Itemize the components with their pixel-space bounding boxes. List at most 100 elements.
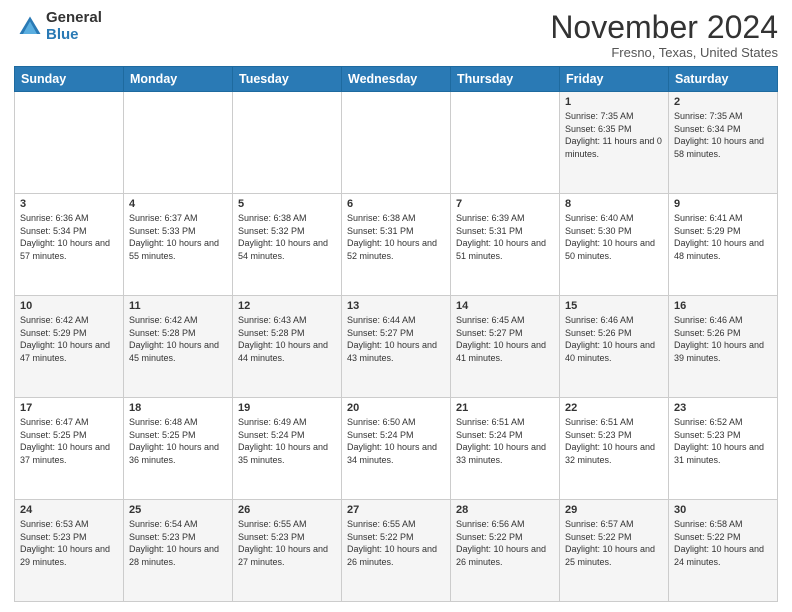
- day-cell: 7Sunrise: 6:39 AM Sunset: 5:31 PM Daylig…: [451, 194, 560, 296]
- day-number: 14: [456, 300, 554, 312]
- day-cell: 29Sunrise: 6:57 AM Sunset: 5:22 PM Dayli…: [560, 500, 669, 602]
- day-info: Sunrise: 6:36 AM Sunset: 5:34 PM Dayligh…: [20, 212, 118, 262]
- calendar-container: General Blue November 2024 Fresno, Texas…: [0, 0, 792, 612]
- day-number: 11: [129, 300, 227, 312]
- day-info: Sunrise: 6:51 AM Sunset: 5:23 PM Dayligh…: [565, 416, 663, 466]
- day-number: 3: [20, 198, 118, 210]
- day-cell: 24 Sunrise: 6:53 AM Sunset: 5:23 PM Dayli…: [15, 500, 124, 602]
- col-sunday: Sunday: [15, 67, 124, 92]
- col-wednesday: Wednesday: [342, 67, 451, 92]
- day-cell: 26 Sunrise: 6:55 AM Sunset: 5:23 PM Dayli…: [233, 500, 342, 602]
- day-info: Sunrise: 6:56 AM Sunset: 5:22 PM Dayligh…: [456, 518, 554, 568]
- day-number: 12: [238, 300, 336, 312]
- day-info: Sunrise: 6:51 AM Sunset: 5:24 PM Dayligh…: [456, 416, 554, 466]
- week-row-3: 17 Sunrise: 6:47 AM Sunset: 5:25 PM Dayli…: [15, 398, 778, 500]
- day-info: Sunrise: 6:40 AM Sunset: 5:30 PM Dayligh…: [565, 212, 663, 262]
- day-number: 9: [674, 198, 772, 210]
- day-info: Sunrise: 6:45 AM Sunset: 5:27 PM Dayligh…: [456, 314, 554, 364]
- day-info: Sunrise: 6:38 AM Sunset: 5:32 PM Dayligh…: [238, 212, 336, 262]
- day-info: Sunrise: 6:44 AM Sunset: 5:27 PM Dayligh…: [347, 314, 445, 364]
- day-info: Sunrise: 6:55 AM Sunset: 5:23 PM Dayligh…: [238, 518, 336, 568]
- day-cell: 8 Sunrise: 6:40 AM Sunset: 5:30 PM Daylig…: [560, 194, 669, 296]
- day-info: Sunrise: 6:43 AM Sunset: 5:28 PM Dayligh…: [238, 314, 336, 364]
- week-row-4: 24 Sunrise: 6:53 AM Sunset: 5:23 PM Dayli…: [15, 500, 778, 602]
- logo-text: General Blue: [46, 10, 102, 43]
- day-number: 25: [129, 504, 227, 516]
- day-number: 8: [565, 198, 663, 210]
- day-number: 21: [456, 402, 554, 414]
- day-info: Sunrise: 7:35 AM Sunset: 6:34 PM Dayligh…: [674, 110, 772, 160]
- week-row-1: 3 Sunrise: 6:36 AM Sunset: 5:34 PM Daylig…: [15, 194, 778, 296]
- day-number: 6: [347, 198, 445, 210]
- day-cell: 14 Sunrise: 6:45 AM Sunset: 5:27 PM Dayli…: [451, 296, 560, 398]
- calendar-body: 1 Sunrise: 7:35 AM Sunset: 6:35 PM Daylig…: [15, 92, 778, 602]
- day-cell: 22 Sunrise: 6:51 AM Sunset: 5:23 PM Dayli…: [560, 398, 669, 500]
- col-saturday: Saturday: [669, 67, 778, 92]
- day-cell: 4Sunrise: 6:37 AM Sunset: 5:33 PM Daylig…: [124, 194, 233, 296]
- day-info: Sunrise: 6:55 AM Sunset: 5:22 PM Dayligh…: [347, 518, 445, 568]
- day-cell: 10 Sunrise: 6:42 AM Sunset: 5:29 PM Dayli…: [15, 296, 124, 398]
- day-info: Sunrise: 6:46 AM Sunset: 5:26 PM Dayligh…: [674, 314, 772, 364]
- day-info: Sunrise: 6:37 AM Sunset: 5:33 PM Dayligh…: [129, 212, 227, 262]
- day-cell: 27Sunrise: 6:55 AM Sunset: 5:22 PM Dayli…: [342, 500, 451, 602]
- day-info: Sunrise: 6:58 AM Sunset: 5:22 PM Dayligh…: [674, 518, 772, 568]
- col-thursday: Thursday: [451, 67, 560, 92]
- day-info: Sunrise: 6:46 AM Sunset: 5:26 PM Dayligh…: [565, 314, 663, 364]
- day-cell: 3 Sunrise: 6:36 AM Sunset: 5:34 PM Daylig…: [15, 194, 124, 296]
- day-info: Sunrise: 6:38 AM Sunset: 5:31 PM Dayligh…: [347, 212, 445, 262]
- day-cell: 9 Sunrise: 6:41 AM Sunset: 5:29 PM Daylig…: [669, 194, 778, 296]
- day-info: Sunrise: 6:57 AM Sunset: 5:22 PM Dayligh…: [565, 518, 663, 568]
- col-friday: Friday: [560, 67, 669, 92]
- day-cell: 18Sunrise: 6:48 AM Sunset: 5:25 PM Dayli…: [124, 398, 233, 500]
- day-cell: 25 Sunrise: 6:54 AM Sunset: 5:23 PM Dayli…: [124, 500, 233, 602]
- day-cell: [342, 92, 451, 194]
- day-cell: [451, 92, 560, 194]
- day-info: Sunrise: 6:53 AM Sunset: 5:23 PM Dayligh…: [20, 518, 118, 568]
- logo-general: General: [46, 10, 102, 27]
- day-number: 22: [565, 402, 663, 414]
- day-info: Sunrise: 6:42 AM Sunset: 5:28 PM Dayligh…: [129, 314, 227, 364]
- day-number: 18: [129, 402, 227, 414]
- header-row: Sunday Monday Tuesday Wednesday Thursday…: [15, 67, 778, 92]
- day-cell: 5Sunrise: 6:38 AM Sunset: 5:32 PM Daylig…: [233, 194, 342, 296]
- day-cell: 11 Sunrise: 6:42 AM Sunset: 5:28 PM Dayli…: [124, 296, 233, 398]
- day-number: 10: [20, 300, 118, 312]
- day-cell: 6 Sunrise: 6:38 AM Sunset: 5:31 PM Daylig…: [342, 194, 451, 296]
- location: Fresno, Texas, United States: [550, 45, 778, 60]
- day-number: 28: [456, 504, 554, 516]
- day-cell: [15, 92, 124, 194]
- day-cell: 17 Sunrise: 6:47 AM Sunset: 5:25 PM Dayli…: [15, 398, 124, 500]
- day-cell: 23Sunrise: 6:52 AM Sunset: 5:23 PM Dayli…: [669, 398, 778, 500]
- header: General Blue November 2024 Fresno, Texas…: [14, 10, 778, 60]
- day-cell: 21 Sunrise: 6:51 AM Sunset: 5:24 PM Dayli…: [451, 398, 560, 500]
- day-number: 23: [674, 402, 772, 414]
- day-number: 1: [565, 96, 663, 108]
- day-cell: 30Sunrise: 6:58 AM Sunset: 5:22 PM Dayli…: [669, 500, 778, 602]
- day-number: 15: [565, 300, 663, 312]
- day-cell: 28 Sunrise: 6:56 AM Sunset: 5:22 PM Dayli…: [451, 500, 560, 602]
- day-info: Sunrise: 6:50 AM Sunset: 5:24 PM Dayligh…: [347, 416, 445, 466]
- calendar-header: Sunday Monday Tuesday Wednesday Thursday…: [15, 67, 778, 92]
- week-row-0: 1 Sunrise: 7:35 AM Sunset: 6:35 PM Daylig…: [15, 92, 778, 194]
- day-cell: 20 Sunrise: 6:50 AM Sunset: 5:24 PM Dayli…: [342, 398, 451, 500]
- day-info: Sunrise: 6:47 AM Sunset: 5:25 PM Dayligh…: [20, 416, 118, 466]
- day-number: 17: [20, 402, 118, 414]
- day-info: Sunrise: 6:42 AM Sunset: 5:29 PM Dayligh…: [20, 314, 118, 364]
- logo: General Blue: [14, 10, 102, 43]
- col-tuesday: Tuesday: [233, 67, 342, 92]
- day-cell: 2Sunrise: 7:35 AM Sunset: 6:34 PM Daylig…: [669, 92, 778, 194]
- day-info: Sunrise: 7:35 AM Sunset: 6:35 PM Dayligh…: [565, 110, 663, 160]
- day-info: Sunrise: 6:41 AM Sunset: 5:29 PM Dayligh…: [674, 212, 772, 262]
- logo-icon: [16, 13, 44, 41]
- title-block: November 2024 Fresno, Texas, United Stat…: [550, 10, 778, 60]
- day-info: Sunrise: 6:49 AM Sunset: 5:24 PM Dayligh…: [238, 416, 336, 466]
- week-row-2: 10 Sunrise: 6:42 AM Sunset: 5:29 PM Dayli…: [15, 296, 778, 398]
- day-info: Sunrise: 6:54 AM Sunset: 5:23 PM Dayligh…: [129, 518, 227, 568]
- day-number: 26: [238, 504, 336, 516]
- day-number: 20: [347, 402, 445, 414]
- day-number: 16: [674, 300, 772, 312]
- day-cell: 15 Sunrise: 6:46 AM Sunset: 5:26 PM Dayli…: [560, 296, 669, 398]
- col-monday: Monday: [124, 67, 233, 92]
- day-number: 7: [456, 198, 554, 210]
- day-number: 24: [20, 504, 118, 516]
